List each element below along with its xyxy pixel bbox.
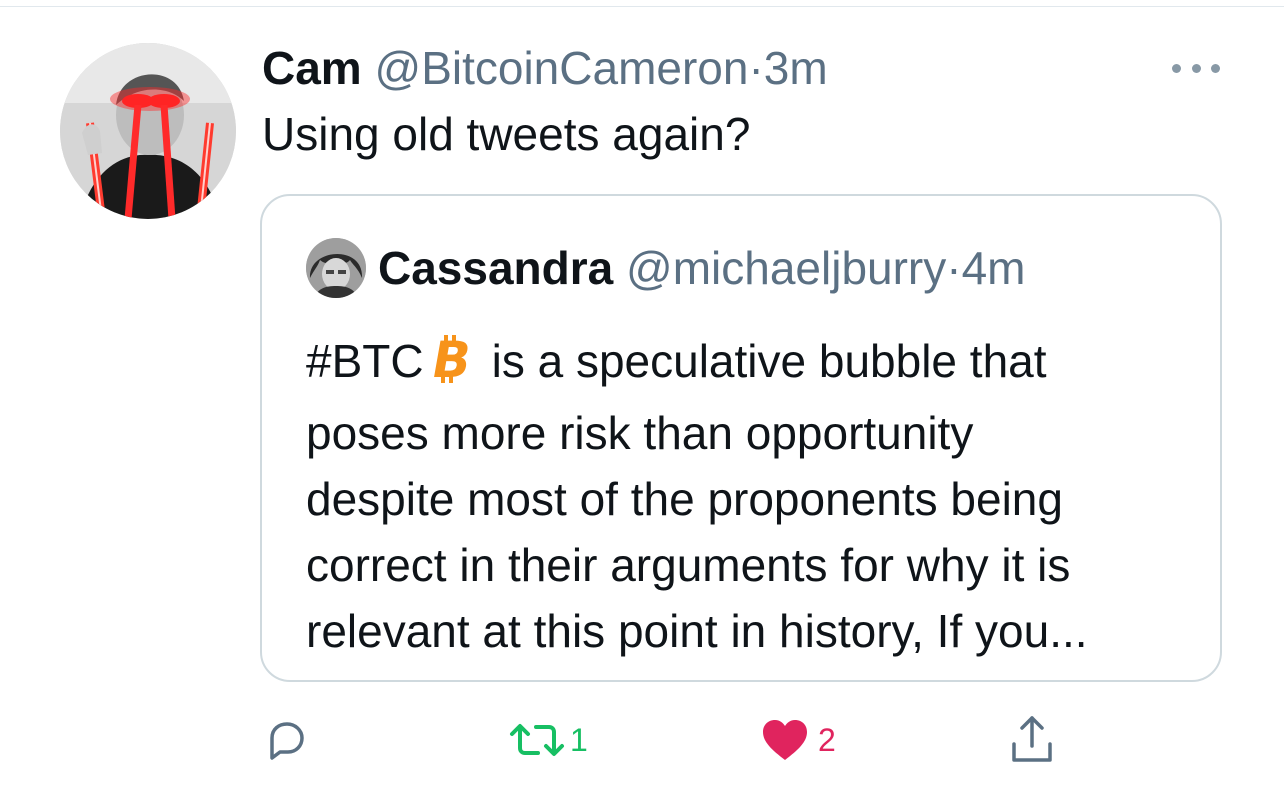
share-button[interactable] [1008,712,1056,768]
timestamp[interactable]: 3m [764,42,828,94]
quote-text: #BTC B is a speculative bubble that pose… [306,328,1196,664]
quote-tweet-card[interactable]: Cassandra @michaeljburry·4m #BTC B is a … [260,194,1222,682]
quote-timestamp[interactable]: 4m [962,242,1026,294]
reply-button[interactable] [262,712,310,768]
quote-separator-dot: · [946,242,962,294]
heart-icon [763,720,807,760]
quote-text-line: poses more risk than opportunity [306,407,974,459]
more-dot-icon [1172,63,1181,73]
quote-text-line: relevant at this point in history, If yo… [306,605,1088,657]
separator-dot: · [748,42,764,94]
quote-text-line: #BTC B is a speculative bubble that [306,328,1196,400]
quote-header: Cassandra @michaeljburry·4m [378,240,1025,296]
like-button[interactable]: 2 [760,712,836,768]
display-name[interactable]: Cam [262,42,362,94]
retweet-button[interactable]: 1 [508,712,588,768]
more-options-button[interactable] [1172,56,1220,80]
quote-text-segment: is a speculative bubble that [491,335,1047,387]
avatar[interactable] [60,43,236,219]
quote-avatar[interactable] [306,238,366,298]
like-count: 2 [818,721,836,758]
bitcoin-icon: B [427,330,475,400]
reply-icon [270,722,304,760]
quote-avatar-image [306,238,366,298]
action-bar: 1 2 [0,700,1284,780]
hashtag-btc[interactable]: #BTC [306,335,424,387]
share-icon [1012,716,1052,762]
tweet-header: Cam @BitcoinCameron·3m [262,40,828,96]
handle[interactable]: @BitcoinCameron [375,42,749,94]
quote-handle[interactable]: @michaeljburry [626,242,946,294]
avatar-image [60,43,236,219]
retweet-icon [510,724,564,756]
quote-text-line: correct in their arguments for why it is [306,539,1071,591]
retweet-count: 1 [570,721,588,758]
more-dot-icon [1191,63,1201,73]
more-dot-icon [1211,63,1220,73]
tweet: Cam @BitcoinCameron·3m Using old tweets … [0,0,1284,788]
tweet-text: Using old tweets again? [262,108,751,160]
quote-text-line: despite most of the proponents being [306,473,1063,525]
quote-display-name[interactable]: Cassandra [378,242,613,294]
